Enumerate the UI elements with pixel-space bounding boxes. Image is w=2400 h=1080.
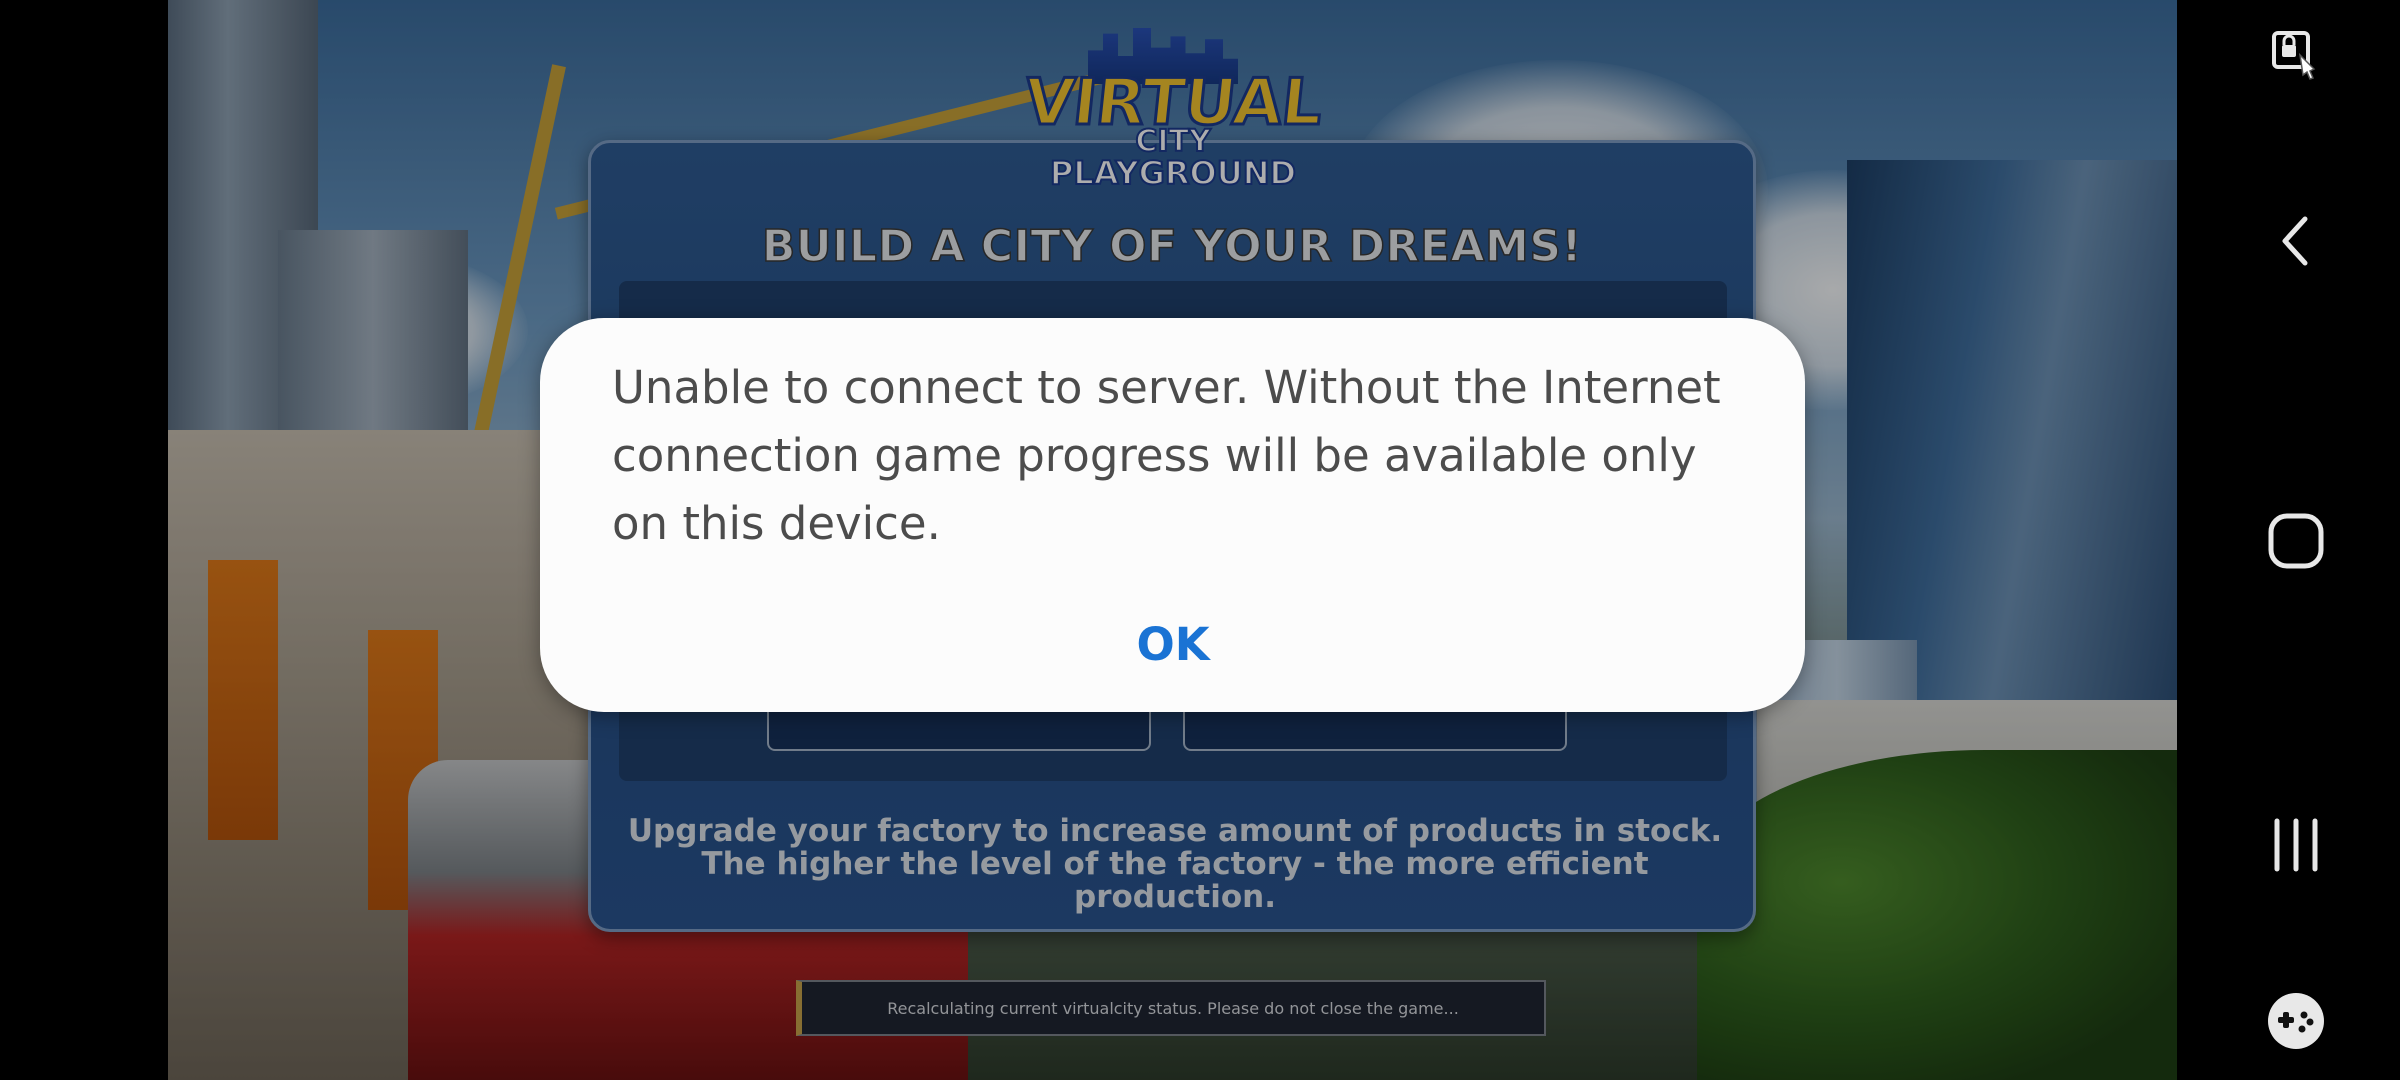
home-icon[interactable] [2261, 506, 2331, 576]
screen: BUILD A CITY OF YOUR DREAMS! Upgrade you… [0, 0, 2400, 1080]
recents-icon[interactable] [2261, 810, 2331, 880]
ok-button[interactable]: OK [1043, 608, 1303, 680]
back-icon[interactable] [2261, 206, 2331, 276]
game-tools-icon[interactable] [2261, 986, 2331, 1056]
screen-lock-icon[interactable] [2261, 20, 2331, 90]
dialog-message: Unable to connect to server. Without the… [612, 361, 1721, 550]
connection-error-dialog: Unable to connect to server. Without the… [540, 318, 1805, 712]
